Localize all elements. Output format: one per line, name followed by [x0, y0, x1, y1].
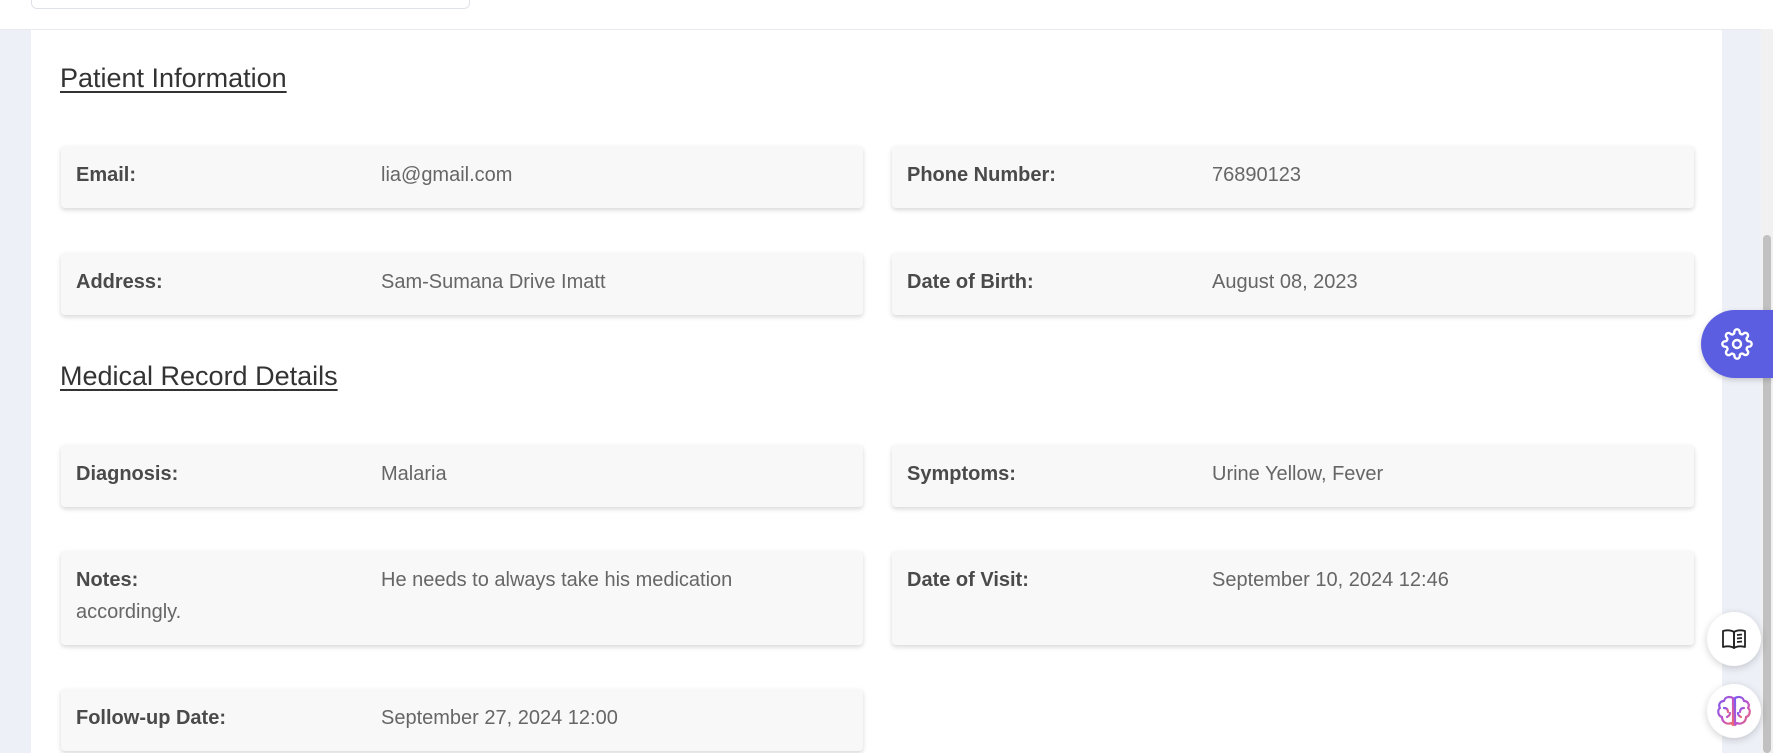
- address-value: Sam-Sumana Drive Imatt: [381, 271, 606, 293]
- brain-icon: [1716, 694, 1752, 728]
- notes-value: He needs to always take his medication a…: [76, 569, 733, 623]
- top-navbar: [0, 0, 1773, 30]
- date-of-birth-field: Date of Birth: August 08, 2023: [892, 253, 1694, 315]
- gear-icon: [1721, 328, 1753, 360]
- email-value: lia@gmail.com: [381, 164, 513, 186]
- date-of-visit-value: September 10, 2024 12:46: [1212, 569, 1449, 591]
- email-field: Email: lia@gmail.com: [61, 146, 863, 208]
- record-detail-card: Patient Information Email: lia@gmail.com…: [31, 30, 1722, 753]
- phone-number-value: 76890123: [1212, 164, 1301, 186]
- date-of-birth-value: August 08, 2023: [1212, 271, 1358, 293]
- notes-field: Notes: He needs to always take his medic…: [61, 551, 863, 645]
- search-input[interactable]: [31, 0, 470, 9]
- phone-number-label: Phone Number:: [907, 164, 1056, 186]
- symptoms-value: Urine Yellow, Fever: [1212, 463, 1384, 485]
- ai-assistant-button[interactable]: [1707, 684, 1761, 738]
- email-label: Email:: [76, 164, 137, 186]
- symptoms-field: Symptoms: Urine Yellow, Fever: [892, 445, 1694, 507]
- medical-record-heading: Medical Record Details: [60, 361, 338, 391]
- address-label: Address:: [76, 271, 163, 293]
- address-field: Address: Sam-Sumana Drive Imatt: [61, 253, 863, 315]
- date-of-visit-field: Date of Visit: September 10, 2024 12:46: [892, 551, 1694, 645]
- diagnosis-label: Diagnosis:: [76, 463, 179, 485]
- settings-button[interactable]: [1701, 310, 1773, 378]
- phone-number-field: Phone Number: 76890123: [892, 146, 1694, 208]
- follow-up-date-label: Follow-up Date:: [76, 707, 226, 729]
- diagnosis-field: Diagnosis: Malaria: [61, 445, 863, 507]
- patient-information-heading: Patient Information: [60, 63, 287, 93]
- follow-up-date-value: September 27, 2024 12:00: [381, 707, 618, 729]
- date-of-visit-label: Date of Visit:: [907, 569, 1029, 591]
- follow-up-date-field: Follow-up Date: September 27, 2024 12:00: [61, 689, 863, 751]
- book-icon: [1721, 628, 1747, 650]
- symptoms-label: Symptoms:: [907, 463, 1016, 485]
- diagnosis-value: Malaria: [381, 463, 447, 485]
- documentation-button[interactable]: [1707, 612, 1761, 666]
- date-of-birth-label: Date of Birth:: [907, 271, 1034, 293]
